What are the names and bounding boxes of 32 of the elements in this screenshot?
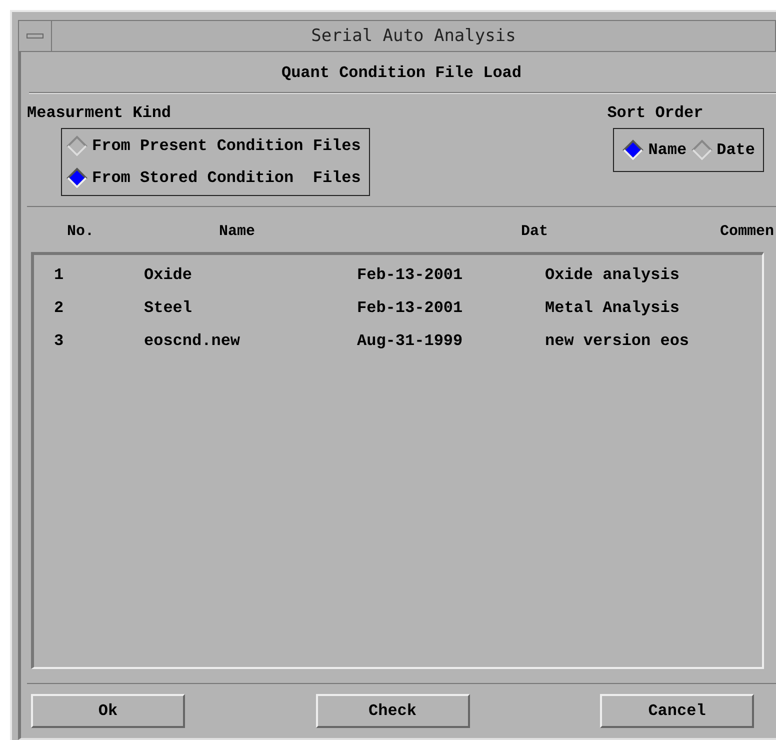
radio-diamond-icon[interactable]: [622, 139, 644, 161]
dialog-button[interactable]: Check: [316, 694, 470, 728]
radio-label[interactable]: From Stored Condition Files: [92, 169, 361, 187]
table-cell: Oxide analysis: [545, 266, 680, 284]
table-cell: eoscnd.new: [144, 332, 240, 350]
group-label: Sort Order: [607, 104, 704, 122]
table-cell: Aug-31-1999: [357, 332, 463, 350]
group-label: Measurment Kind: [27, 104, 172, 122]
window-title: Serial Auto Analysis: [310, 25, 517, 48]
radio-label[interactable]: From Present Condition Files: [92, 137, 361, 155]
table-cell: Oxide: [144, 266, 192, 284]
table-cell: Metal Analysis: [545, 299, 680, 317]
dialog-button[interactable]: Ok: [31, 694, 185, 728]
radio-diamond-icon[interactable]: [690, 139, 713, 161]
table-cell: Feb-13-2001: [357, 299, 463, 317]
column-header: Dat: [521, 223, 548, 240]
minus-bar-icon: [26, 33, 44, 39]
column-header: Name: [219, 223, 256, 240]
dialog-button[interactable]: Cancel: [600, 694, 754, 728]
table-cell: new version eos: [545, 332, 690, 350]
radio-label[interactable]: Date: [716, 141, 755, 159]
table-cell: Steel: [144, 299, 192, 317]
radio-diamond-icon[interactable]: [66, 167, 88, 189]
dialog-title: Quant Condition File Load: [280, 63, 523, 84]
table-cell: 2: [54, 299, 64, 317]
table-cell: 3: [54, 332, 64, 350]
column-header: No.: [67, 223, 94, 240]
table-cell: Feb-13-2001: [357, 266, 463, 284]
column-header: Commen: [720, 223, 774, 240]
radio-label[interactable]: Name: [648, 141, 687, 159]
table-cell: 1: [54, 266, 64, 284]
radio-diamond-icon[interactable]: [66, 135, 88, 157]
